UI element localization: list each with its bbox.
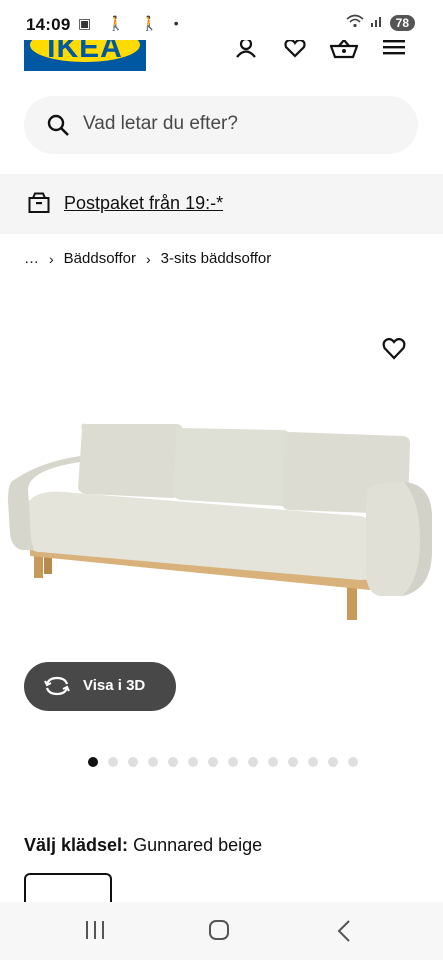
gallery-dot[interactable] bbox=[148, 757, 158, 767]
view-3d-label: Visa i 3D bbox=[83, 677, 146, 694]
gallery-dot[interactable] bbox=[108, 757, 118, 767]
view-3d-button[interactable]: Visa i 3D bbox=[24, 662, 176, 711]
breadcrumb-item[interactable]: 3-sits bäddsoffor bbox=[161, 250, 272, 267]
breadcrumb-ellipsis[interactable]: … bbox=[24, 250, 39, 267]
gallery-dot[interactable] bbox=[188, 757, 198, 767]
menu-icon[interactable] bbox=[382, 40, 408, 66]
site-header: IKEA bbox=[0, 37, 443, 88]
logo-text: IKEA bbox=[47, 40, 123, 64]
battery-badge: 78 bbox=[389, 14, 415, 31]
upholstery-selector: Välj klädsel: Gunnared beige bbox=[24, 835, 262, 856]
breadcrumb-item[interactable]: Bäddsoffor bbox=[64, 250, 136, 267]
upholstery-label: Välj klädsel: bbox=[24, 835, 129, 855]
user-icon[interactable] bbox=[233, 37, 259, 66]
promo-link[interactable]: Postpaket från 19:-* bbox=[64, 193, 223, 214]
breadcrumb: … › Bäddsoffor › 3-sits bäddsoffor bbox=[24, 250, 271, 267]
status-right: 78 bbox=[346, 14, 415, 31]
status-notification-icons: ▣ 🚶 🚶 • bbox=[78, 15, 185, 31]
home-icon[interactable] bbox=[208, 920, 230, 947]
gallery-dot[interactable] bbox=[128, 757, 138, 767]
sofa-image bbox=[8, 423, 432, 620]
gallery-dot[interactable] bbox=[308, 757, 318, 767]
ikea-logo[interactable]: IKEA bbox=[24, 40, 146, 71]
gallery-dot[interactable] bbox=[348, 757, 358, 767]
heart-icon[interactable] bbox=[282, 38, 308, 66]
back-icon[interactable] bbox=[336, 920, 352, 947]
gallery-dot[interactable] bbox=[288, 757, 298, 767]
gallery-dot[interactable] bbox=[208, 757, 218, 767]
recent-apps-icon[interactable] bbox=[84, 920, 106, 945]
rotate-3d-icon bbox=[44, 676, 70, 701]
gallery-dot[interactable] bbox=[168, 757, 178, 767]
wifi-icon bbox=[346, 14, 364, 31]
basket-icon[interactable] bbox=[329, 38, 359, 66]
gallery-dot[interactable] bbox=[268, 757, 278, 767]
search-input[interactable]: Vad letar du efter? bbox=[83, 113, 238, 135]
gallery-dot[interactable] bbox=[228, 757, 238, 767]
package-icon bbox=[28, 192, 50, 219]
gallery-dot[interactable] bbox=[328, 757, 338, 767]
gallery-dot[interactable] bbox=[248, 757, 258, 767]
chevron-right-icon: › bbox=[145, 250, 151, 267]
favorite-heart-icon[interactable] bbox=[382, 337, 406, 365]
promo-banner[interactable]: Postpaket från 19:-* bbox=[0, 174, 443, 234]
gallery-dot[interactable] bbox=[88, 757, 98, 767]
status-bar: 14:09 ▣ 🚶 🚶 • 78 bbox=[0, 0, 443, 44]
search-bar[interactable]: Vad letar du efter? bbox=[24, 96, 418, 154]
chevron-right-icon: › bbox=[49, 250, 54, 267]
system-nav-bar bbox=[0, 902, 443, 960]
status-time: 14:09 bbox=[26, 15, 71, 34]
signal-icon bbox=[370, 14, 384, 31]
gallery-pagination[interactable] bbox=[88, 757, 358, 767]
search-icon bbox=[46, 113, 70, 142]
upholstery-value: Gunnared beige bbox=[133, 835, 263, 855]
